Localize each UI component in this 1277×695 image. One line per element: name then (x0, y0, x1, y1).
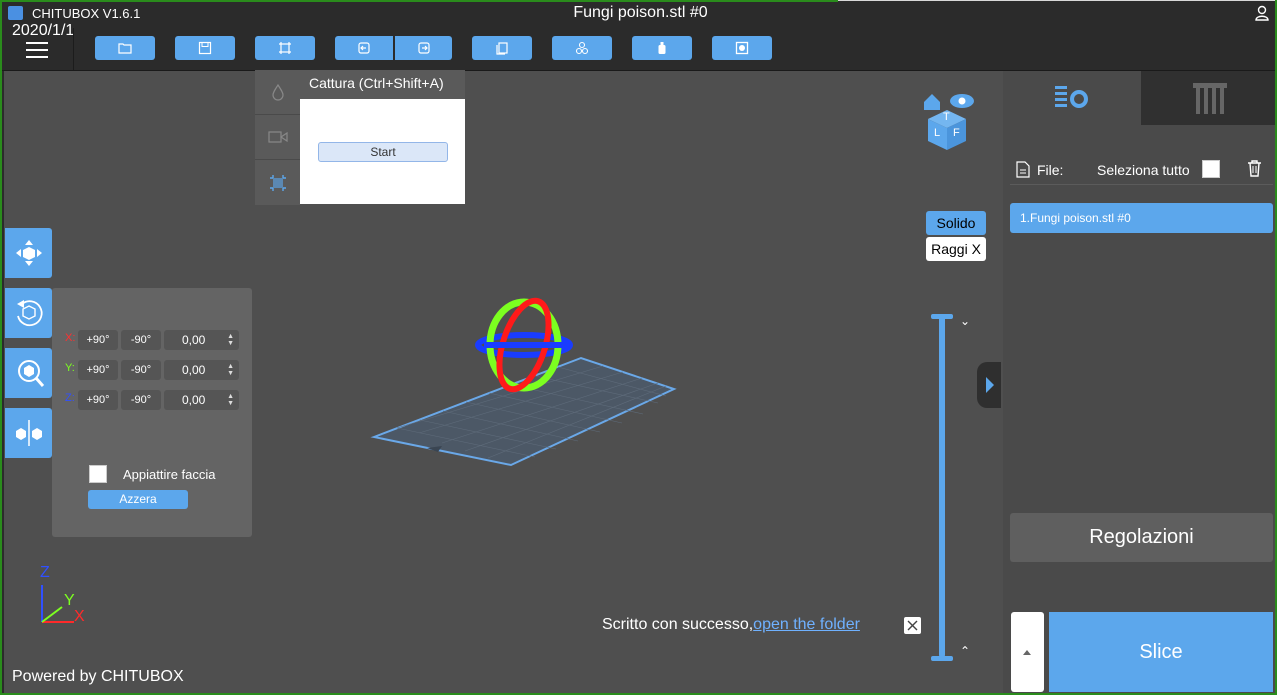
file-icon (1016, 161, 1030, 178)
date-label: 2020/1/1 (12, 22, 75, 39)
file-label: File: (1037, 162, 1064, 178)
tab-supports[interactable] (1141, 71, 1275, 125)
document-title: Fungi poison.stl #0 (573, 4, 708, 21)
tab-settings[interactable] (1003, 71, 1141, 125)
stepper-icon[interactable]: ▲ ▼ (227, 393, 234, 407)
scale-icon (17, 360, 44, 387)
copy-button[interactable] (472, 36, 532, 60)
layer-slider-bottom-handle[interactable] (931, 656, 953, 661)
menu-icon[interactable] (26, 42, 48, 58)
view-cube-left-label: L (934, 127, 941, 139)
rotate-tool-button[interactable] (5, 288, 52, 338)
trash-icon[interactable] (1246, 159, 1263, 178)
mirror-icon (15, 420, 42, 446)
slice-button[interactable]: Slice (1049, 612, 1273, 692)
capture-button[interactable] (255, 36, 315, 60)
flatten-face-checkbox[interactable] (89, 465, 107, 483)
open-folder-link[interactable]: open the folder (753, 616, 860, 633)
save-icon (198, 41, 212, 55)
chevron-down-icon[interactable]: ⌄ (960, 314, 970, 328)
screenshot-icon (279, 42, 291, 54)
rotate-y-label: Y: (65, 362, 75, 374)
select-all-label: Seleziona tutto (1097, 162, 1190, 178)
open-file-button[interactable] (95, 36, 155, 60)
title-accent-line (2, 0, 838, 2)
caret-up-icon (1023, 650, 1031, 655)
rotate-x-minus-button[interactable]: -90° (121, 330, 161, 350)
undo-button[interactable] (335, 36, 393, 60)
export-icon (417, 42, 430, 54)
build-plate (370, 356, 677, 467)
mirror-tool-button[interactable] (5, 408, 52, 458)
arrange-button[interactable] (552, 36, 612, 60)
capture-popup-title: Cattura (Ctrl+Shift+A) (300, 70, 465, 99)
settings-list-icon (1055, 86, 1088, 108)
rotate-z-input[interactable]: 0,00 ▲ ▼ (164, 390, 239, 410)
chevron-right-icon (986, 377, 994, 393)
capture-sidebar (255, 70, 300, 205)
scale-tool-button[interactable] (5, 348, 52, 398)
flatten-face-label: Appiattire faccia (123, 467, 216, 482)
video-camera-icon[interactable] (255, 115, 300, 160)
rotate-x-plus-button[interactable]: +90° (78, 330, 118, 350)
supports-icon (1193, 83, 1227, 114)
layer-slider-top-handle[interactable] (931, 314, 953, 319)
rotate-z-plus-button[interactable]: +90° (78, 390, 118, 410)
view-xray-button[interactable]: Raggi X (926, 237, 986, 261)
view-cube-top-label: T (943, 111, 950, 123)
rotate-z-label: Z: (65, 392, 75, 404)
view-cube[interactable]: T L F (920, 90, 978, 152)
reset-button[interactable]: Azzera (88, 490, 188, 509)
folder-icon (118, 43, 132, 54)
copy-icon (496, 42, 508, 55)
axis-x-label: X (74, 608, 85, 625)
rotate-x-input[interactable]: 0,00 ▲ ▼ (164, 330, 239, 350)
user-icon[interactable] (1255, 5, 1269, 21)
import-icon (358, 42, 370, 54)
slice-options-button[interactable] (1011, 612, 1044, 692)
select-all-checkbox[interactable] (1202, 160, 1220, 178)
stepper-icon[interactable]: ▲ ▼ (227, 363, 234, 377)
toast-message: Scritto con successo,open the folder (602, 616, 860, 633)
stepper-icon[interactable]: ▲ ▼ (227, 333, 234, 347)
bottle-icon (658, 42, 666, 54)
dig-hole-button[interactable] (712, 36, 772, 60)
rotate-icon (16, 300, 43, 327)
toast-close-button[interactable] (904, 617, 921, 634)
app-window: Z Y X T L F Solido Raggi X ⌄ ⌃ CHITUBOX … (0, 0, 1277, 695)
move-tool-button[interactable] (5, 228, 52, 278)
view-solid-button[interactable]: Solido (926, 211, 986, 235)
close-icon (907, 620, 918, 631)
save-button[interactable] (175, 36, 235, 60)
axis-z-label: Z (40, 564, 50, 581)
hollow-button[interactable] (632, 36, 692, 60)
rotate-z-minus-button[interactable]: -90° (121, 390, 161, 410)
home-icon (924, 94, 940, 110)
capture-start-button[interactable]: Start (318, 142, 448, 162)
redo-button[interactable] (395, 36, 452, 60)
arrange-cubes-icon (575, 41, 589, 55)
screenshot-icon[interactable] (255, 160, 300, 205)
panel-collapse-button[interactable] (977, 362, 1001, 408)
chevron-up-icon[interactable]: ⌃ (960, 644, 970, 658)
rotate-y-plus-button[interactable]: +90° (78, 360, 118, 380)
view-cube-front-label: F (953, 127, 960, 139)
powered-by-label: Powered by CHITUBOX (12, 668, 184, 685)
droplet-icon[interactable] (255, 70, 300, 115)
rotate-x-label: X: (65, 332, 76, 344)
file-list-item[interactable]: 1.Fungi poison.stl #0 (1010, 203, 1273, 233)
hole-icon (735, 41, 749, 55)
move-icon (15, 240, 42, 266)
layer-slider[interactable] (939, 316, 945, 658)
adjust-button[interactable]: Regolazioni (1010, 513, 1273, 562)
rotate-y-input[interactable]: 0,00 ▲ ▼ (164, 360, 239, 380)
capture-popup: Start (300, 99, 465, 204)
rotate-y-minus-button[interactable]: -90° (121, 360, 161, 380)
